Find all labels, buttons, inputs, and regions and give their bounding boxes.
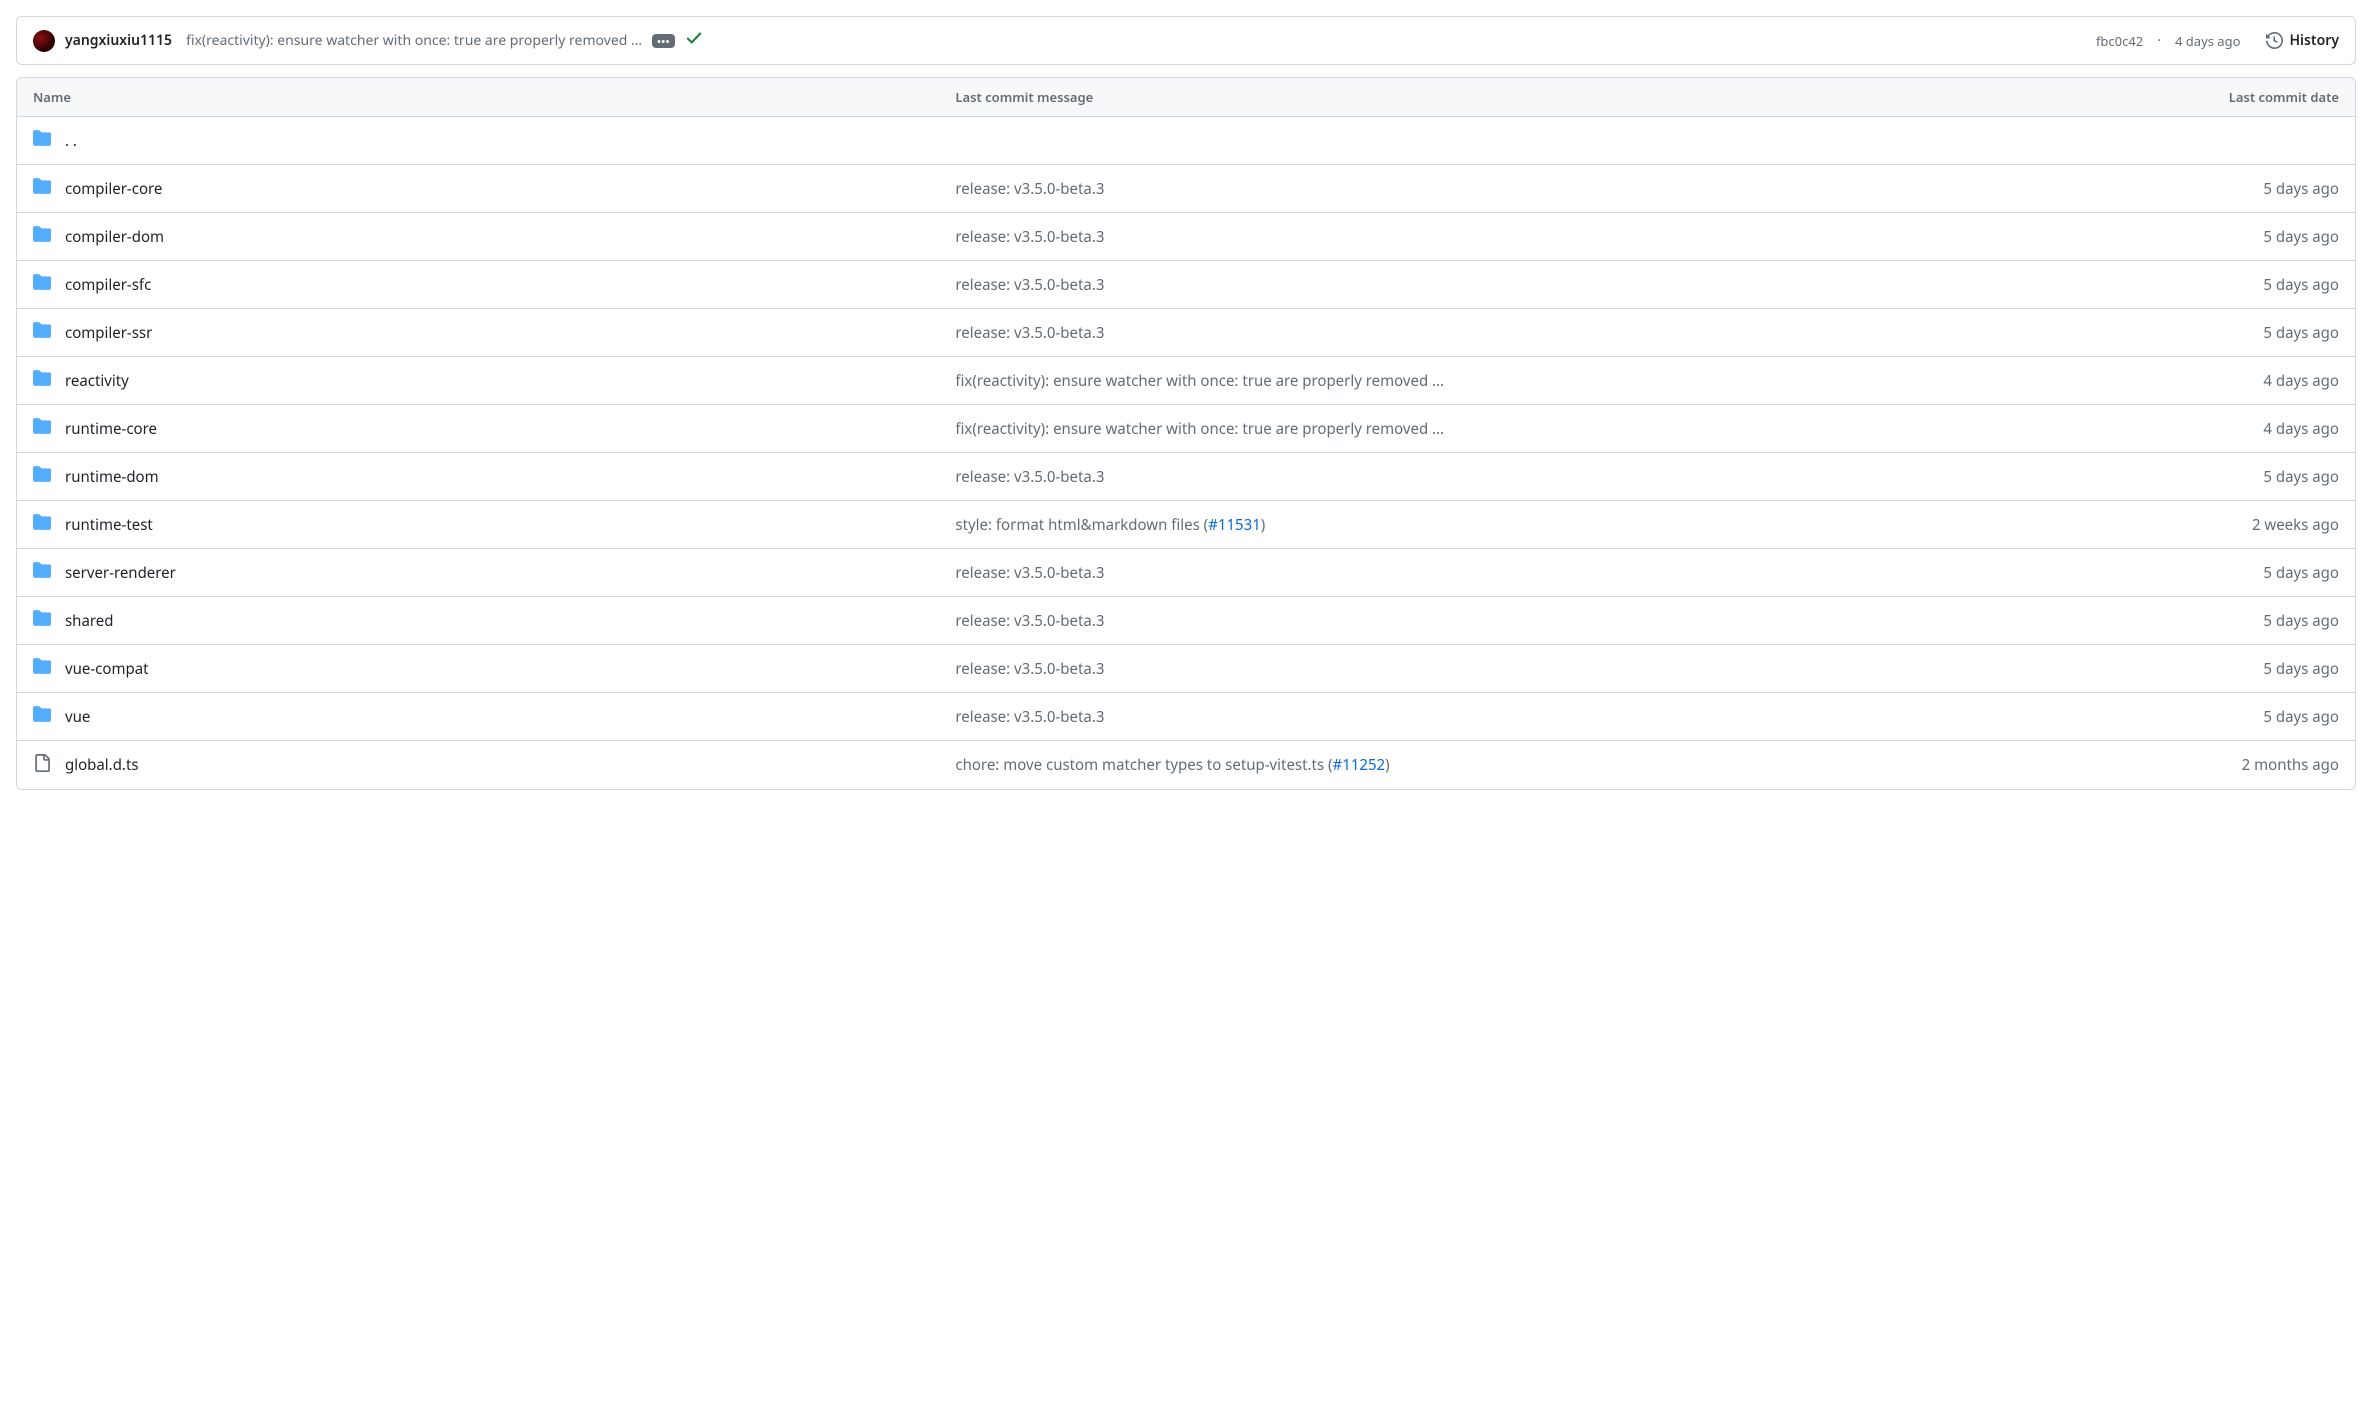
folder-icon [33, 417, 51, 440]
table-row: server-renderer release: v3.5.0-beta.35 d… [17, 549, 2355, 597]
file-listing: Name Last commit message Last commit dat… [16, 77, 2356, 790]
separator-dot: · [2157, 31, 2161, 50]
commit-date: 4 days ago [2175, 32, 2241, 50]
commit-date-cell: 5 days ago [1970, 659, 2339, 679]
table-row: runtime-dom release: v3.5.0-beta.35 days … [17, 453, 2355, 501]
table-row: vue release: v3.5.0-beta.35 days ago [17, 693, 2355, 741]
commit-message-cell[interactable]: chore: move custom matcher types to setu… [955, 755, 1970, 775]
commit-message-cell[interactable]: release: v3.5.0-beta.3 [955, 707, 1970, 727]
folder-icon [33, 465, 51, 488]
table-row: runtime-test style: format html&markdown … [17, 501, 2355, 549]
folder-icon [33, 657, 51, 680]
column-header-date: Last commit date [1970, 88, 2339, 106]
commit-message-cell[interactable]: release: v3.5.0-beta.3 [955, 275, 1970, 295]
table-row: global.d.ts chore: move custom matcher ty… [17, 741, 2355, 789]
commit-date-cell: 5 days ago [1970, 323, 2339, 343]
commit-sha-link[interactable]: fbc0c42 [2096, 32, 2143, 50]
issue-link[interactable]: #11531 [1208, 515, 1261, 535]
file-name-link[interactable]: compiler-ssr [65, 323, 152, 343]
commit-message-cell[interactable]: fix(reactivity): ensure watcher with onc… [955, 371, 1970, 391]
file-name-link[interactable]: compiler-core [65, 179, 162, 199]
commit-date-cell: 5 days ago [1970, 563, 2339, 583]
folder-icon [33, 273, 51, 296]
history-button[interactable]: History [2266, 31, 2339, 50]
folder-icon [33, 369, 51, 392]
column-header-message: Last commit message [955, 88, 1970, 106]
commit-date-cell: 2 months ago [1970, 755, 2339, 775]
file-icon [33, 754, 51, 777]
commit-date-cell: 2 weeks ago [1970, 515, 2339, 535]
avatar[interactable] [33, 30, 55, 52]
file-listing-header: Name Last commit message Last commit dat… [17, 78, 2355, 117]
folder-icon [33, 609, 51, 632]
folder-icon [33, 129, 51, 152]
folder-icon [33, 561, 51, 584]
commit-date-cell: 5 days ago [1970, 611, 2339, 631]
commit-date-cell: 5 days ago [1970, 275, 2339, 295]
folder-icon [33, 225, 51, 248]
file-name-link[interactable]: server-renderer [65, 563, 176, 583]
table-row: compiler-sfc release: v3.5.0-beta.35 days… [17, 261, 2355, 309]
commit-message-link[interactable]: fix(reactivity): ensure watcher with onc… [186, 31, 642, 50]
file-name-link[interactable]: runtime-core [65, 419, 157, 439]
folder-icon [33, 321, 51, 344]
file-name-link[interactable]: reactivity [65, 371, 129, 391]
file-name-link[interactable]: shared [65, 611, 113, 631]
parent-dir-link[interactable]: . . [65, 131, 77, 151]
issue-link[interactable]: #11252 [1333, 755, 1386, 775]
folder-icon [33, 177, 51, 200]
ellipsis-icon[interactable]: ••• [652, 34, 675, 48]
file-name-link[interactable]: vue [65, 707, 90, 727]
table-row: reactivity fix(reactivity): ensure watche… [17, 357, 2355, 405]
commit-message-cell[interactable]: release: v3.5.0-beta.3 [955, 323, 1970, 343]
commit-date-cell: 5 days ago [1970, 179, 2339, 199]
file-name-link[interactable]: runtime-dom [65, 467, 159, 487]
commit-date-cell: 5 days ago [1970, 227, 2339, 247]
history-label: History [2289, 31, 2339, 50]
file-name-link[interactable]: compiler-sfc [65, 275, 151, 295]
table-row: compiler-dom release: v3.5.0-beta.35 days… [17, 213, 2355, 261]
table-row: compiler-ssr release: v3.5.0-beta.35 days… [17, 309, 2355, 357]
table-row: shared release: v3.5.0-beta.35 days ago [17, 597, 2355, 645]
table-row: runtime-core fix(reactivity): ensure watc… [17, 405, 2355, 453]
commit-date-cell: 5 days ago [1970, 707, 2339, 727]
commit-message-cell[interactable]: release: v3.5.0-beta.3 [955, 611, 1970, 631]
commit-message-cell[interactable]: style: format html&markdown files (#1153… [955, 515, 1970, 535]
commit-message-cell[interactable]: release: v3.5.0-beta.3 [955, 563, 1970, 583]
file-name-link[interactable]: runtime-test [65, 515, 153, 535]
column-header-name: Name [33, 88, 955, 106]
parent-dir-row[interactable]: . . [17, 117, 2355, 165]
commit-date-cell: 4 days ago [1970, 371, 2339, 391]
check-icon[interactable] [685, 29, 703, 52]
latest-commit-bar: yangxiuxiu1115 fix(reactivity): ensure w… [16, 16, 2356, 65]
commit-message-cell[interactable]: fix(reactivity): ensure watcher with onc… [955, 419, 1970, 439]
commit-message-cell[interactable]: release: v3.5.0-beta.3 [955, 227, 1970, 247]
table-row: compiler-core release: v3.5.0-beta.35 day… [17, 165, 2355, 213]
file-name-link[interactable]: vue-compat [65, 659, 149, 679]
commit-message-cell[interactable]: release: v3.5.0-beta.3 [955, 467, 1970, 487]
commit-author-link[interactable]: yangxiuxiu1115 [65, 31, 172, 50]
table-row: vue-compat release: v3.5.0-beta.35 days a… [17, 645, 2355, 693]
file-name-link[interactable]: global.d.ts [65, 755, 139, 775]
commit-date-cell: 5 days ago [1970, 467, 2339, 487]
folder-icon [33, 513, 51, 536]
file-name-link[interactable]: compiler-dom [65, 227, 164, 247]
history-icon [2266, 32, 2283, 49]
folder-icon [33, 705, 51, 728]
commit-message-cell[interactable]: release: v3.5.0-beta.3 [955, 179, 1970, 199]
commit-message-cell[interactable]: release: v3.5.0-beta.3 [955, 659, 1970, 679]
commit-date-cell: 4 days ago [1970, 419, 2339, 439]
